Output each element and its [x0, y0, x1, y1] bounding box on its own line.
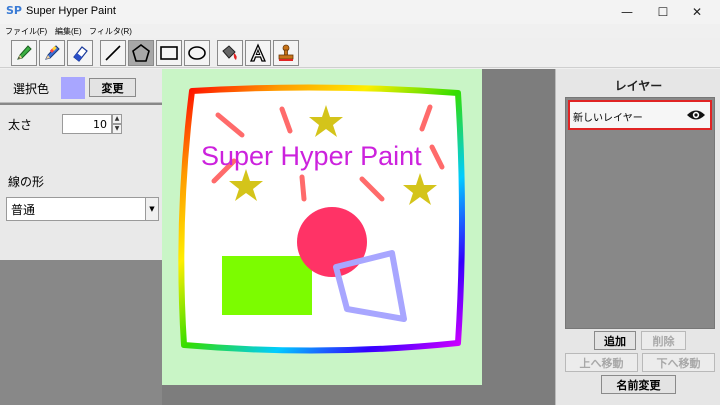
window-title: Super Hyper Paint — [26, 5, 116, 17]
ellipse-icon — [188, 46, 206, 60]
pink-circle — [297, 207, 367, 277]
ellipse-tool-button[interactable] — [184, 40, 210, 66]
close-button[interactable]: ✕ — [674, 0, 720, 24]
layer-item[interactable]: 新しいレイヤー — [568, 100, 712, 130]
text-tool-button[interactable] — [245, 40, 271, 66]
eye-icon[interactable] — [686, 108, 706, 122]
layer-list: 新しいレイヤー — [565, 97, 715, 329]
left-panel: 選択色 変更 太さ 10 ▲ ▼ 線の形 普通 ▼ — [0, 69, 162, 405]
pencil-icon — [17, 45, 32, 60]
stamp-icon — [278, 44, 294, 61]
selected-color-swatch[interactable] — [61, 77, 85, 99]
eraser-tool-button[interactable] — [67, 40, 93, 66]
rename-layer-button[interactable]: 名前変更 — [601, 375, 676, 394]
move-layer-down-button[interactable]: 下へ移動 — [642, 353, 715, 372]
canvas-area[interactable]: Super Hyper Paint — [162, 69, 555, 405]
eraser-icon — [73, 46, 88, 62]
drawing-canvas[interactable]: Super Hyper Paint — [162, 69, 482, 385]
color-pencil-tool-button[interactable] — [39, 40, 65, 66]
color-pencil-icon — [45, 45, 60, 60]
fill-bucket-icon — [222, 45, 237, 60]
line-icon — [105, 45, 121, 61]
delete-layer-button[interactable]: 削除 — [641, 331, 686, 350]
stamp-tool-button[interactable] — [273, 40, 299, 66]
color-row: 選択色 変更 — [0, 69, 162, 103]
canvas-drawing: Super Hyper Paint — [178, 84, 465, 354]
menu-file[interactable]: ファイル(F) — [5, 26, 47, 37]
chevron-down-icon: ▼ — [145, 198, 158, 220]
thickness-input[interactable]: 10 — [62, 114, 112, 134]
line-shape-select[interactable]: 普通 ▼ — [6, 197, 159, 221]
thickness-label: 太さ — [8, 118, 33, 132]
pencil-tool-button[interactable] — [11, 40, 37, 66]
polygon-tool-button[interactable] — [128, 40, 154, 66]
title-bar: SP Super Hyper Paint — ☐ ✕ — [0, 0, 720, 24]
text-icon — [250, 43, 266, 62]
line-properties: 太さ 10 ▲ ▼ 線の形 普通 ▼ — [0, 105, 162, 260]
selected-color-label: 選択色 — [13, 82, 50, 96]
polygon-icon — [132, 44, 150, 62]
rectangle-icon — [160, 46, 178, 60]
rectangle-tool-button[interactable] — [156, 40, 182, 66]
green-rectangle — [222, 256, 312, 315]
layer-name: 新しいレイヤー — [573, 113, 643, 124]
layer-panel-title: レイヤー — [614, 79, 663, 93]
app-icon: SP — [6, 4, 22, 17]
thickness-decrement-button[interactable]: ▼ — [112, 124, 122, 134]
toolbar — [0, 38, 720, 68]
fill-tool-button[interactable] — [217, 40, 243, 66]
move-layer-up-button[interactable]: 上へ移動 — [565, 353, 638, 372]
canvas-title-text: Super Hyper Paint — [201, 141, 422, 171]
change-color-button[interactable]: 変更 — [89, 78, 136, 97]
thickness-increment-button[interactable]: ▲ — [112, 114, 122, 124]
menu-bar: ファイル(F) 編集(E) フィルタ(R) — [0, 24, 720, 38]
menu-filter[interactable]: フィルタ(R) — [89, 26, 132, 37]
layer-panel: レイヤー 新しいレイヤー 追加 削除 上へ移動 下へ移動 名前変更 — [555, 69, 720, 405]
menu-edit[interactable]: 編集(E) — [55, 26, 82, 37]
add-layer-button[interactable]: 追加 — [594, 331, 636, 350]
line-tool-button[interactable] — [100, 40, 126, 66]
line-shape-label: 線の形 — [8, 175, 45, 189]
line-shape-value: 普通 — [11, 203, 36, 217]
